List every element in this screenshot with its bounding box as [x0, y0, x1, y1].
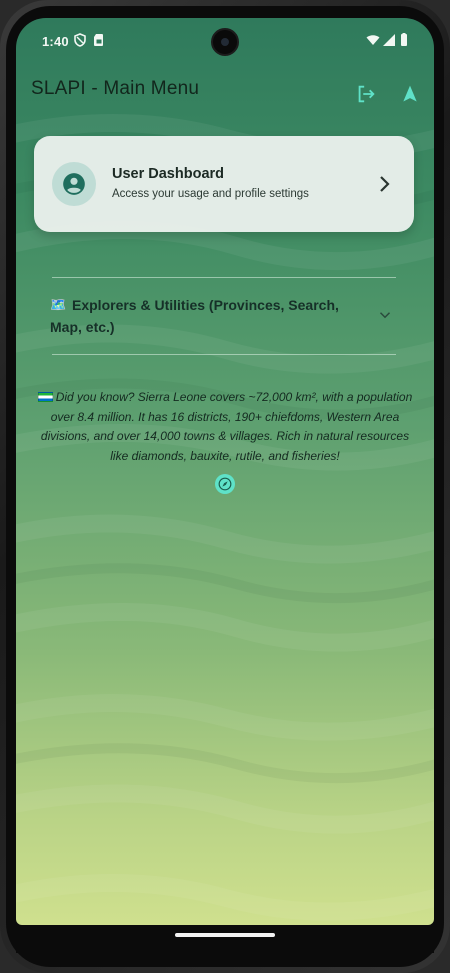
fact-text: Did you know? Sierra Leone covers ~72,00…	[40, 390, 413, 463]
fact-text-block: Did you know? Sierra Leone covers ~72,00…	[36, 388, 414, 466]
chevron-down-icon	[379, 312, 391, 319]
app-screen: 1:40 SLAPI - Main Menu User Dashboard Ac…	[16, 18, 434, 925]
explorers-label: Explorers & Utilities (Provinces, Search…	[50, 297, 339, 335]
battery-icon	[401, 33, 407, 46]
status-bar: 1:40	[16, 18, 434, 64]
home-gesture-handle[interactable]	[175, 933, 275, 937]
shield-icon	[74, 33, 86, 47]
logout-icon	[358, 85, 375, 103]
front-camera	[211, 28, 239, 56]
logout-button[interactable]	[350, 78, 382, 110]
chevron-right-icon	[380, 176, 390, 192]
compass-icon	[218, 477, 232, 491]
explorers-expander[interactable]: 🗺️ Explorers & Utilities (Provinces, Sea…	[44, 290, 396, 346]
sim-card-icon	[94, 34, 103, 46]
avatar	[52, 162, 96, 206]
card-title: User Dashboard	[112, 166, 225, 182]
system-navigation-bar	[16, 925, 434, 953]
status-time: 1:40	[42, 34, 69, 49]
page-title: SLAPI - Main Menu	[31, 78, 200, 99]
sierra-leone-flag-icon	[37, 392, 53, 402]
navigation-arrow-icon	[403, 85, 417, 102]
user-dashboard-card[interactable]: User Dashboard Access your usage and pro…	[34, 136, 414, 232]
divider-bottom	[52, 354, 396, 355]
card-subtitle: Access your usage and profile settings	[112, 188, 309, 200]
wifi-icon	[366, 35, 380, 45]
signal-icon	[383, 34, 395, 46]
account-circle-icon	[63, 173, 85, 195]
device-frame: 1:40 SLAPI - Main Menu User Dashboard Ac…	[0, 0, 450, 973]
navigate-button[interactable]	[394, 78, 426, 110]
divider-top	[52, 277, 396, 278]
explore-button[interactable]	[215, 474, 235, 494]
